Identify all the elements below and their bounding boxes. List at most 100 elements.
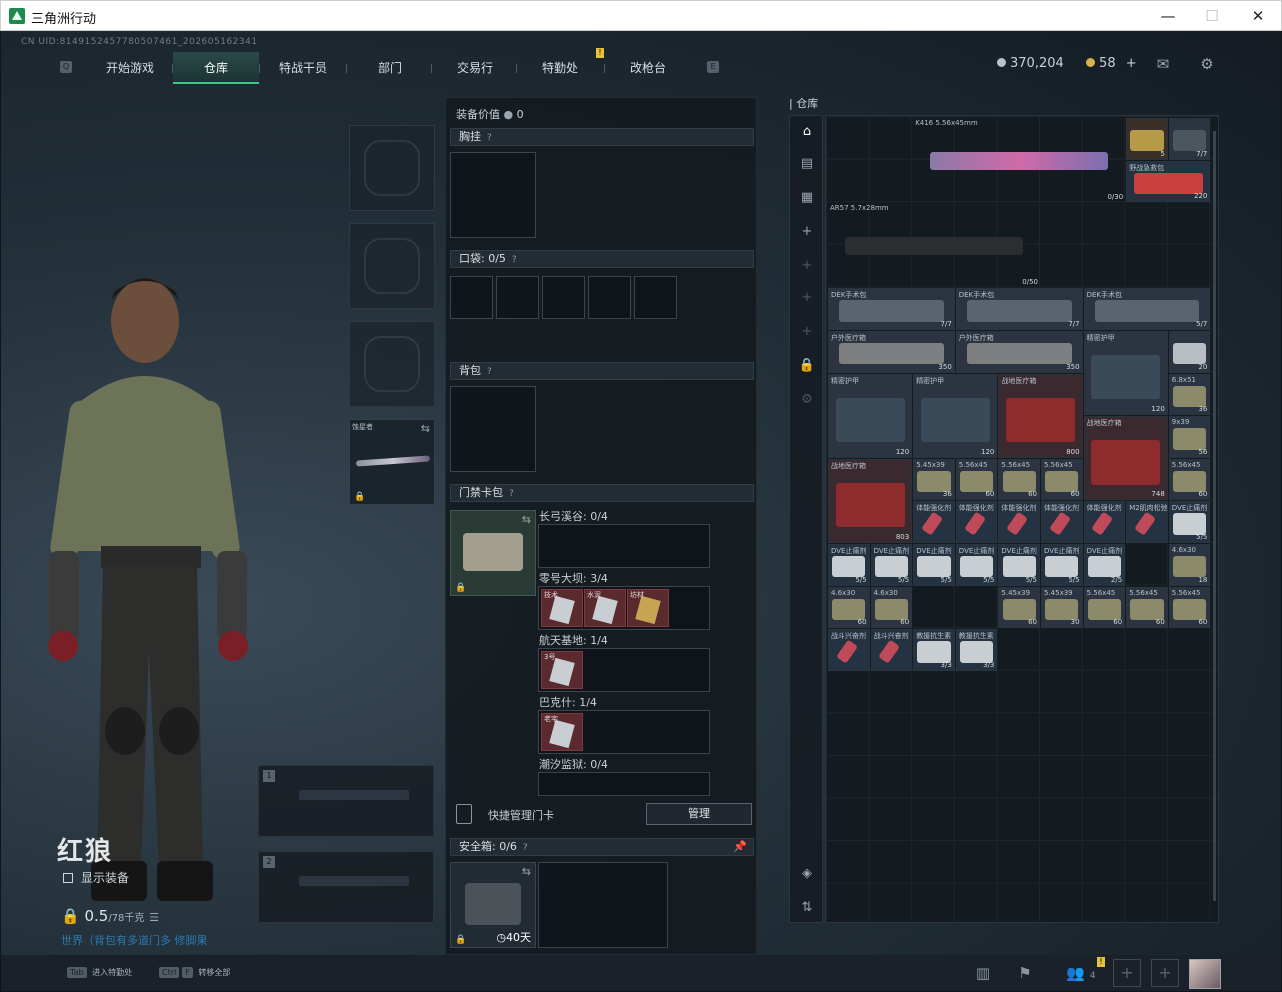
- pocket-slot[interactable]: [542, 276, 585, 319]
- keycard-row[interactable]: 3号: [538, 648, 710, 692]
- swap-icon[interactable]: ⇆: [421, 422, 430, 435]
- repo-item[interactable]: DEK手术包 7/7: [828, 288, 955, 330]
- maximize-button[interactable]: ☐: [1197, 5, 1227, 27]
- keycard-item[interactable]: 坊材: [627, 589, 669, 627]
- pistol-slot[interactable]: [349, 321, 435, 407]
- repo-item[interactable]: 5.45x39 30: [1041, 586, 1083, 629]
- repo-item[interactable]: DVE止痛剂 2/5: [1083, 544, 1126, 586]
- mail-icon[interactable]: ✉: [1153, 56, 1173, 72]
- repo-item[interactable]: M2肌肉松弛: [1126, 501, 1168, 543]
- help-icon[interactable]: ?: [487, 364, 492, 380]
- repo-item[interactable]: DVE止痛剂 5/5: [955, 544, 998, 586]
- primary-weapon-slot[interactable]: 1: [258, 765, 434, 837]
- minimize-button[interactable]: —: [1153, 5, 1183, 27]
- help-icon[interactable]: ?: [523, 840, 528, 856]
- add-tab-icon[interactable]: +: [797, 322, 817, 342]
- nav-tab[interactable]: 特战干员: [260, 52, 346, 84]
- repo-item[interactable]: 4.6x30 60: [870, 586, 913, 629]
- repo-item[interactable]: 户外医疗箱 350: [955, 331, 1083, 373]
- repo-item[interactable]: 5.45x39 60: [998, 586, 1040, 629]
- help-icon[interactable]: ?: [509, 486, 514, 502]
- keycard-item[interactable]: 水泥: [584, 589, 626, 627]
- repo-item[interactable]: 教援抗生素 3/3: [913, 629, 955, 671]
- backpack-slot[interactable]: [450, 386, 536, 472]
- repo-item[interactable]: 战地医疗箱 748: [1083, 416, 1168, 501]
- invite-slot-button[interactable]: +: [1113, 959, 1141, 987]
- repo-item[interactable]: 7/7: [1168, 118, 1211, 160]
- repo-item[interactable]: 5.56x45 60: [1083, 586, 1126, 629]
- repo-item[interactable]: 5.45x39 36: [913, 458, 955, 501]
- add-tab-icon[interactable]: +: [797, 222, 817, 242]
- pocket-slot[interactable]: [588, 276, 631, 319]
- checkbox-icon[interactable]: [63, 873, 73, 883]
- repository-scrollbar[interactable]: [1213, 131, 1216, 901]
- safebox-grid[interactable]: [538, 862, 668, 948]
- pocket-slot[interactable]: [634, 276, 677, 319]
- repo-item[interactable]: 战地医疗箱 800: [998, 373, 1083, 458]
- add-tab-icon[interactable]: +: [797, 288, 817, 308]
- keycard-row[interactable]: 老宅: [538, 710, 710, 754]
- repo-item[interactable]: 体能强化剂: [998, 501, 1040, 543]
- repo-item[interactable]: 9x39 56: [1168, 416, 1211, 458]
- melee-weapon-slot[interactable]: 蚀星者 ⇆ 🔒: [349, 419, 435, 505]
- repo-item[interactable]: 5: [1126, 118, 1168, 160]
- keycard-item[interactable]: 技术: [541, 589, 583, 627]
- repo-item[interactable]: 4.6x30 18: [1168, 544, 1211, 586]
- nav-tab[interactable]: 仓库: [173, 52, 259, 84]
- sort-icon[interactable]: ⇅: [797, 898, 817, 918]
- tab-hint[interactable]: Tab 进入特勤处: [67, 967, 132, 978]
- repo-item[interactable]: 体能强化剂: [1083, 501, 1126, 543]
- repo-item[interactable]: 20: [1168, 331, 1211, 373]
- weight-list-icon[interactable]: ☰: [149, 911, 159, 924]
- nav-tab[interactable]: 开始游戏: [87, 52, 173, 84]
- invite-slot-button[interactable]: +: [1151, 959, 1179, 987]
- settings-icon[interactable]: ⚙: [797, 390, 817, 410]
- friends-button[interactable]: 👥 4: [1061, 961, 1101, 985]
- repo-item[interactable]: DVE止痛剂 5/5: [913, 544, 955, 586]
- transfer-all-hint[interactable]: Ctrl F 转移全部: [159, 967, 230, 978]
- swap-icon[interactable]: ⇆: [522, 513, 531, 526]
- repo-item[interactable]: DVE止痛剂 5/5: [1041, 544, 1083, 586]
- repo-item[interactable]: 战斗兴奋剂: [828, 629, 870, 671]
- repo-item[interactable]: 野战急救包 220: [1126, 160, 1211, 203]
- repo-item[interactable]: K416 5.56x45mm 0/30: [913, 118, 1125, 202]
- repo-item[interactable]: 战地医疗箱 803: [828, 458, 913, 543]
- category-tab-icon[interactable]: ▤: [797, 154, 817, 174]
- pocket-slot[interactable]: [496, 276, 539, 319]
- repo-item[interactable]: 战斗兴奋剂: [870, 629, 913, 671]
- repo-item[interactable]: DVE止痛剂 5/5: [870, 544, 913, 586]
- repo-item[interactable]: DEK手术包 7/7: [955, 288, 1083, 330]
- repo-item[interactable]: 户外医疗箱 350: [828, 331, 955, 373]
- help-icon[interactable]: ?: [487, 130, 492, 146]
- repo-item[interactable]: 4.6x30 60: [828, 586, 870, 629]
- add-tab-icon[interactable]: +: [797, 256, 817, 276]
- swap-icon[interactable]: ⇆: [522, 865, 531, 878]
- repo-item[interactable]: 体能强化剂: [955, 501, 998, 543]
- show-equipment-toggle[interactable]: 显示装备: [63, 869, 129, 886]
- repo-item[interactable]: DVE止痛剂 5/5: [998, 544, 1040, 586]
- repo-item[interactable]: 5.56x45 60: [1041, 458, 1083, 501]
- pin-icon[interactable]: 📌: [733, 839, 747, 855]
- keycard-item[interactable]: 老宅: [541, 713, 583, 751]
- warehouse-tab-icon[interactable]: ⌂: [797, 122, 817, 142]
- rig-slot[interactable]: [450, 152, 536, 238]
- repo-item[interactable]: 体能强化剂: [1041, 501, 1083, 543]
- repo-item[interactable]: 5.56x45 60: [998, 458, 1040, 501]
- repo-item[interactable]: 5.56x45 60: [1168, 586, 1211, 629]
- nav-tab[interactable]: 部门: [347, 52, 433, 84]
- repo-item[interactable]: 精密护甲 120: [1083, 331, 1168, 416]
- settings-gear-icon[interactable]: ⚙: [1197, 56, 1217, 72]
- add-coupon-button[interactable]: +: [1126, 56, 1137, 71]
- repo-item[interactable]: AR57 5.7x28mm 0/50: [828, 203, 1040, 287]
- repo-item[interactable]: 教援抗生素 3/3: [955, 629, 998, 671]
- repo-item[interactable]: 精密护甲 120: [913, 373, 998, 458]
- keycard-case-slot[interactable]: ⇆ 🔒: [450, 510, 536, 596]
- armor-slot[interactable]: [349, 223, 435, 309]
- repo-item[interactable]: 体能强化剂: [913, 501, 955, 543]
- keycard-row[interactable]: [538, 772, 710, 796]
- keycard-row[interactable]: 技术 水泥 坊材: [538, 586, 710, 630]
- repo-item[interactable]: 5.56x45 60: [955, 458, 998, 501]
- repo-item[interactable]: 5.56x45 60: [1168, 458, 1211, 501]
- lock-icon[interactable]: 🔒: [797, 356, 817, 376]
- repo-item[interactable]: 精密护甲 120: [828, 373, 913, 458]
